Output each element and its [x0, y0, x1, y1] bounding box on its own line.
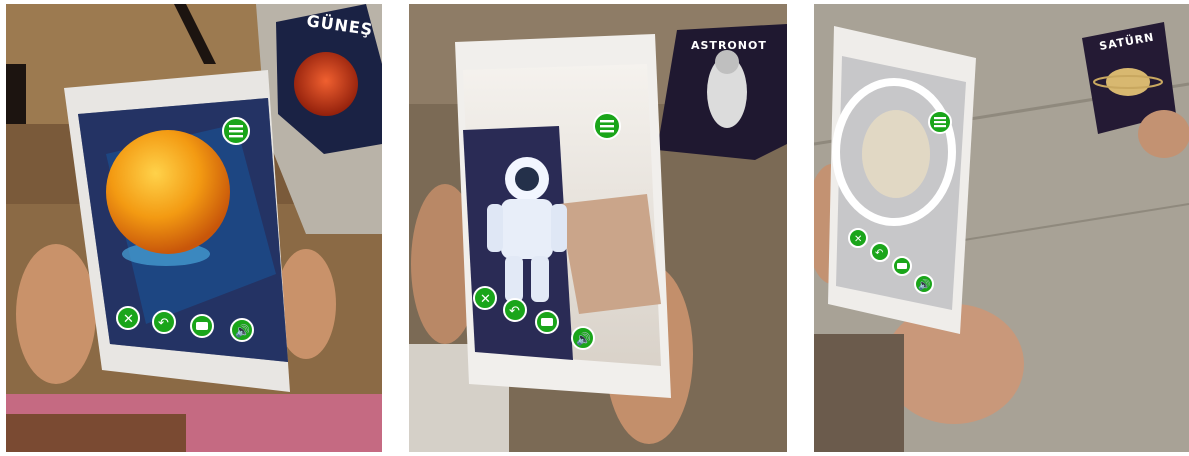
photo-sun-ar: GÜNEŞ ✕ ↶ 🔊: [6, 4, 382, 452]
tablet: ✕ ↶ 🔊: [455, 34, 671, 398]
close-icon: ✕: [854, 234, 862, 245]
tablet: ✕ ↶ 🔊: [828, 26, 976, 334]
undo-icon: ↶: [875, 248, 883, 259]
photo-saturn-ar: SATÜRN ✕ ↶ 🔊: [814, 4, 1189, 452]
close-button[interactable]: ✕: [473, 286, 497, 310]
sun-model: [106, 130, 230, 254]
camera-icon: [541, 318, 553, 326]
close-button[interactable]: ✕: [848, 228, 868, 248]
astronaut-card-label: ASTRONOT: [691, 39, 767, 52]
sound-button[interactable]: 🔊: [914, 274, 934, 294]
sound-icon: 🔊: [235, 323, 250, 338]
camera-icon: [897, 263, 907, 269]
close-icon: ✕: [480, 292, 491, 307]
photo-sun-scene: GÜNEŞ ✕ ↶ 🔊: [6, 4, 382, 452]
menu-icon: [934, 117, 946, 120]
camera-icon: [196, 322, 208, 330]
close-button[interactable]: ✕: [116, 306, 140, 330]
close-icon: ✕: [123, 312, 134, 327]
undo-icon: ↶: [509, 304, 520, 319]
photo-astronaut-scene: ASTRONOT ✕ ↶ 🔊: [409, 4, 787, 452]
camera-button[interactable]: [892, 256, 912, 276]
camera-button[interactable]: [190, 314, 214, 338]
undo-button[interactable]: ↶: [152, 310, 176, 334]
sound-icon: 🔊: [918, 278, 930, 291]
photo-astronaut-ar: ASTRONOT ✕ ↶ 🔊: [409, 4, 787, 452]
photo-saturn-scene: SATÜRN ✕ ↶ 🔊: [814, 4, 1189, 452]
sound-icon: 🔊: [576, 331, 591, 346]
menu-button[interactable]: [928, 110, 952, 134]
menu-icon: [600, 120, 614, 123]
menu-icon: [229, 125, 243, 128]
menu-button[interactable]: [222, 117, 250, 145]
undo-button[interactable]: ↶: [503, 298, 527, 322]
sound-button[interactable]: 🔊: [571, 326, 595, 350]
undo-icon: ↶: [158, 316, 169, 331]
menu-button[interactable]: [593, 112, 621, 140]
camera-button[interactable]: [535, 310, 559, 334]
astronaut-card: ASTRONOT: [657, 24, 787, 160]
sound-button[interactable]: 🔊: [230, 318, 254, 342]
undo-button[interactable]: ↶: [870, 242, 890, 262]
